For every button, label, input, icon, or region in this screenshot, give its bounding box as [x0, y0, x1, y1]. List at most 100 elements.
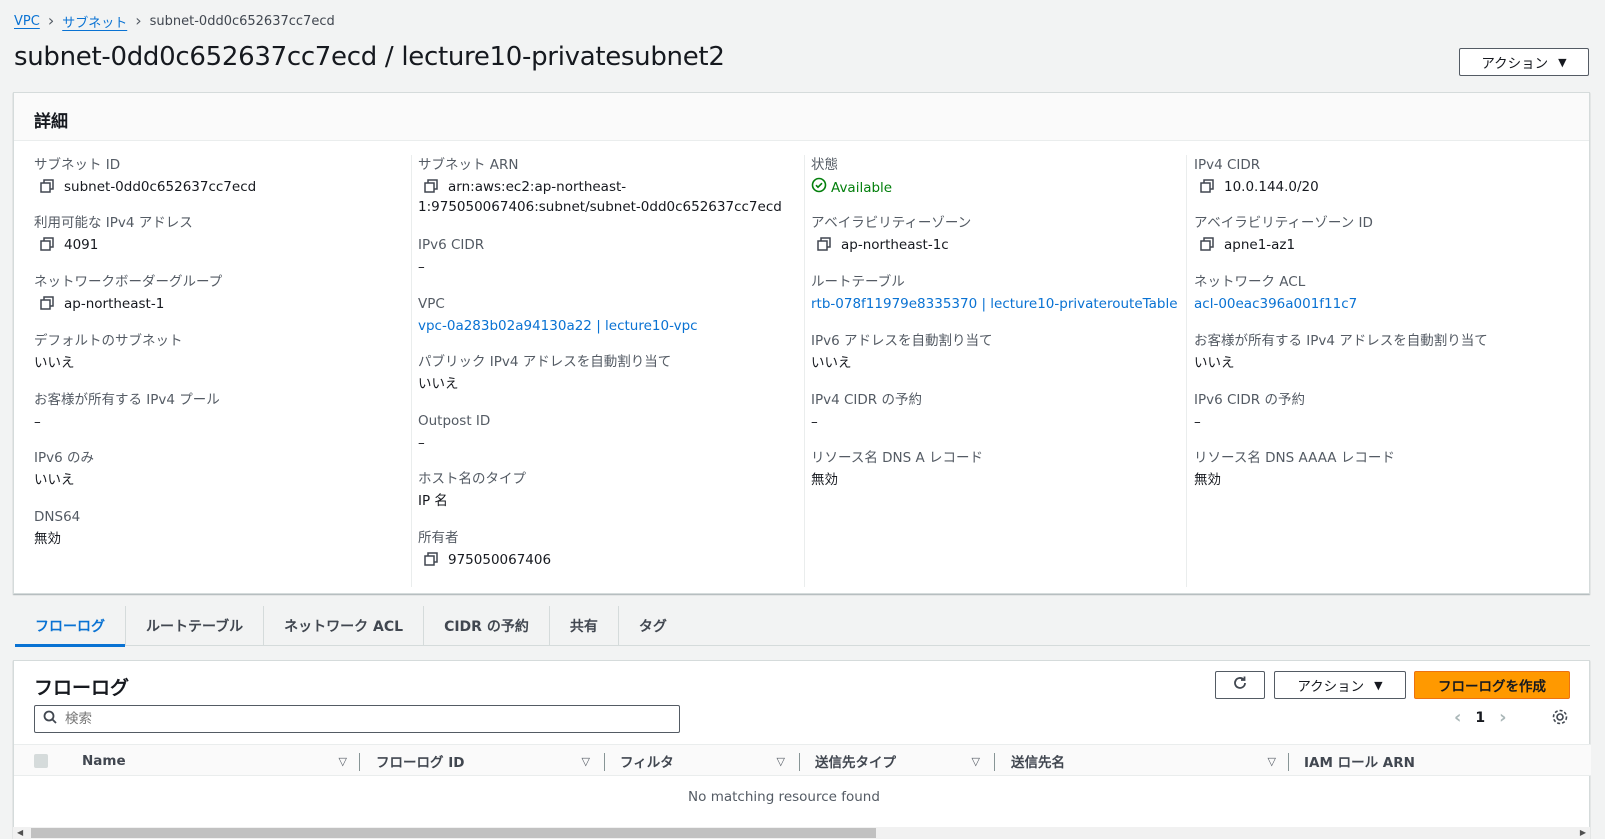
field-label: IPv6 CIDR	[418, 237, 485, 253]
field-value-row: ap-northeast-1c	[811, 235, 1191, 255]
chevron-left-icon[interactable]: ‹	[1454, 707, 1461, 728]
field-value: 無効	[34, 531, 61, 547]
copy-icon[interactable]	[422, 550, 440, 568]
sort-down-icon: ▽	[581, 754, 590, 768]
tab-tags[interactable]: タグ	[619, 606, 687, 646]
field-value-row: arn:aws:ec2:ap-northeast-	[418, 177, 798, 197]
field-owner: 所有者 975050067406	[418, 528, 798, 570]
field-value: いいえ	[1194, 355, 1235, 371]
field-label: 利用可能な IPv4 アドレス	[34, 215, 193, 231]
scroll-left-icon[interactable]: ◀	[17, 827, 23, 839]
copy-icon[interactable]	[1198, 235, 1216, 253]
column-header-name[interactable]: Name ▽	[82, 745, 347, 777]
column-header-destination-name[interactable]: 送信先名 ▽	[1011, 745, 1276, 777]
status-text: Available	[831, 180, 893, 196]
search-box	[34, 705, 680, 733]
column-header-label: フィルタ	[620, 755, 674, 771]
tab-network-acl[interactable]: ネットワーク ACL	[264, 605, 425, 646]
actions-dropdown-button[interactable]: アクション ▼	[1459, 48, 1589, 76]
details-grid: サブネット ID subnet-0dd0c652637cc7ecd 利用可能な …	[14, 141, 1589, 593]
field-label: IPv6 のみ	[34, 450, 94, 466]
column-divider[interactable]	[994, 753, 995, 771]
status-indicator: Available	[811, 177, 1191, 199]
details-panel: 詳細 サブネット ID subnet-0dd0c652637cc7ecd 利用可…	[13, 92, 1590, 594]
breadcrumb: VPC › サブネット › subnet-0dd0c652637cc7ecd	[14, 11, 335, 31]
field-value: arn:aws:ec2:ap-northeast-	[448, 179, 627, 195]
search-input[interactable]	[65, 711, 679, 727]
field-value: ap-northeast-1	[64, 296, 165, 312]
field-hostname-type: ホスト名のタイプ IP 名	[418, 469, 798, 511]
field-label: ホスト名のタイプ	[418, 471, 526, 487]
gear-icon[interactable]	[1551, 708, 1569, 730]
field-value: いいえ	[34, 472, 75, 488]
breadcrumb-current: subnet-0dd0c652637cc7ecd	[149, 13, 335, 29]
breadcrumb-subnets-link[interactable]: サブネット	[62, 12, 127, 31]
page-title: subnet-0dd0c652637cc7ecd / lecture10-pri…	[14, 42, 725, 72]
field-ipv4-reservation: IPv4 CIDR の予約 –	[811, 390, 1191, 432]
field-default-subnet: デフォルトのサブネット いいえ	[34, 331, 414, 373]
column-header-filter[interactable]: フィルタ ▽	[620, 745, 785, 777]
field-subnet-id: サブネット ID subnet-0dd0c652637cc7ecd	[34, 155, 414, 197]
field-value: 975050067406	[448, 552, 552, 568]
field-value: –	[418, 435, 425, 451]
sort-down-icon: ▽	[1267, 754, 1276, 768]
tab-sharing[interactable]: 共有	[550, 605, 619, 646]
field-dns64: DNS64 無効	[34, 507, 414, 549]
tab-flow-logs[interactable]: フローログ	[15, 605, 126, 647]
caret-down-icon: ▼	[1558, 55, 1567, 69]
network-acl-link[interactable]: acl-00eac396a001f11c7	[1194, 296, 1357, 312]
column-header-label: フローログ ID	[376, 755, 465, 771]
breadcrumb-vpc-link[interactable]: VPC	[14, 14, 40, 29]
column-header-label: 送信先名	[1011, 755, 1065, 771]
select-all-checkbox[interactable]	[34, 754, 48, 768]
scroll-right-icon[interactable]: ▶	[1580, 827, 1586, 839]
column-divider[interactable]	[799, 753, 800, 771]
tab-route-table[interactable]: ルートテーブル	[126, 605, 265, 646]
column-header-destination-type[interactable]: 送信先タイプ ▽	[815, 745, 980, 777]
field-value: IP 名	[418, 493, 448, 509]
chevron-right-icon[interactable]: ›	[1499, 707, 1506, 728]
field-label: Outpost ID	[418, 413, 491, 429]
flow-logs-actions-button[interactable]: アクション ▼	[1274, 671, 1406, 699]
field-label: IPv6 CIDR の予約	[1194, 392, 1305, 408]
column-divider[interactable]	[1288, 753, 1289, 771]
field-route-table: ルートテーブル rtb-078f11979e8335370 | lecture1…	[811, 272, 1191, 314]
scrollbar-thumb[interactable]	[31, 828, 876, 838]
copy-icon[interactable]	[38, 294, 56, 312]
create-flow-log-button[interactable]: フローログを作成	[1414, 671, 1570, 699]
copy-icon[interactable]	[815, 235, 833, 253]
table-header: Name ▽ フローログ ID ▽ フィルタ ▽ 送信先タイプ ▽ 送信先名 ▽…	[14, 744, 1591, 776]
column-divider[interactable]	[359, 753, 360, 771]
route-table-link[interactable]: rtb-078f11979e8335370 | lecture10-privat…	[811, 296, 1178, 312]
column-header-flow-log-id[interactable]: フローログ ID ▽	[376, 745, 590, 777]
vpc-link[interactable]: vpc-0a283b02a94130a22 | lecture10-vpc	[418, 318, 698, 334]
field-label: リソース名 DNS AAAA レコード	[1194, 450, 1395, 466]
flow-logs-panel: フローログ アクション ▼ フローログを作成 ‹ 1 › Name ▽ フローロ…	[13, 660, 1591, 839]
field-vpc: VPC vpc-0a283b02a94130a22 | lecture10-vp…	[418, 294, 798, 336]
field-label: デフォルトのサブネット	[34, 333, 183, 349]
copy-icon[interactable]	[1198, 177, 1216, 195]
actions-label: アクション	[1297, 679, 1365, 695]
page-number[interactable]: 1	[1475, 710, 1485, 726]
field-state: 状態 Available	[811, 155, 1191, 199]
column-header-label: Name	[82, 753, 126, 769]
field-label: 所有者	[418, 530, 459, 546]
field-outpost-id: Outpost ID –	[418, 411, 798, 453]
field-ipv6-auto: IPv6 アドレスを自動割り当て いいえ	[811, 331, 1191, 373]
field-value-row: 975050067406	[418, 550, 798, 570]
field-ipv6-cidr: IPv6 CIDR –	[418, 235, 798, 277]
copy-icon[interactable]	[422, 177, 440, 195]
field-value: –	[1194, 414, 1201, 430]
refresh-button[interactable]	[1215, 671, 1265, 699]
tab-cidr-reservations[interactable]: CIDR の予約	[424, 605, 550, 646]
sort-down-icon: ▽	[971, 754, 980, 768]
field-value: 無効	[811, 472, 838, 488]
copy-icon[interactable]	[38, 177, 56, 195]
horizontal-scrollbar[interactable]: ◀ ▶	[13, 827, 1590, 839]
column-divider[interactable]	[604, 753, 605, 771]
field-label: DNS64	[34, 509, 81, 525]
column-header-iam-role-arn[interactable]: IAM ロール ARN	[1304, 745, 1504, 777]
field-ipv6-only: IPv6 のみ いいえ	[34, 448, 414, 490]
copy-icon[interactable]	[38, 235, 56, 253]
field-label: IPv6 アドレスを自動割り当て	[811, 333, 993, 349]
